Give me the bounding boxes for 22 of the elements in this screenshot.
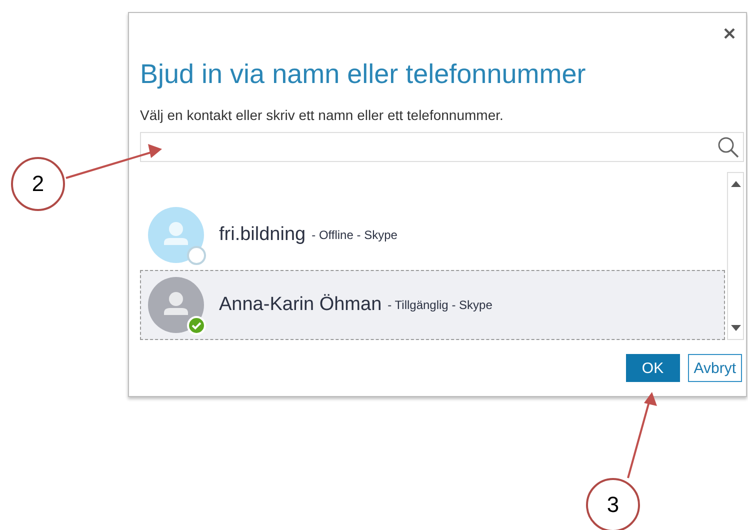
contact-status: - Offline - Skype: [312, 228, 398, 242]
instruction-text: Välj en kontakt eller skriv ett namn eller ett telefonnummer.: [140, 107, 504, 123]
scrollbar[interactable]: [727, 172, 744, 340]
avatar-icon: [148, 277, 204, 333]
status-icon: [187, 246, 206, 265]
ok-button[interactable]: OK: [626, 354, 680, 382]
avatar-icon: [148, 207, 204, 263]
contact-name: fri.bildning: [219, 224, 306, 246]
cancel-button[interactable]: Avbryt: [688, 354, 742, 382]
scroll-up-icon[interactable]: [730, 181, 740, 187]
dialog-title: Bjud in via namn eller telefonnummer: [140, 59, 587, 90]
contact-row[interactable]: fri.bildning - Offline - Skype: [140, 200, 725, 270]
status-icon: [187, 316, 206, 335]
contact-name: Anna-Karin Öhman: [219, 294, 382, 316]
callout-circle: 2: [11, 157, 65, 211]
callout-circle: 3: [586, 478, 640, 530]
contact-row[interactable]: Anna-Karin Öhman - Tillgänglig - Skype: [140, 270, 725, 340]
contact-status: - Tillgänglig - Skype: [388, 298, 492, 312]
scroll-down-icon[interactable]: [730, 325, 740, 331]
search-icon[interactable]: [717, 136, 739, 158]
close-icon[interactable]: [724, 28, 735, 39]
search-field[interactable]: [140, 132, 744, 162]
